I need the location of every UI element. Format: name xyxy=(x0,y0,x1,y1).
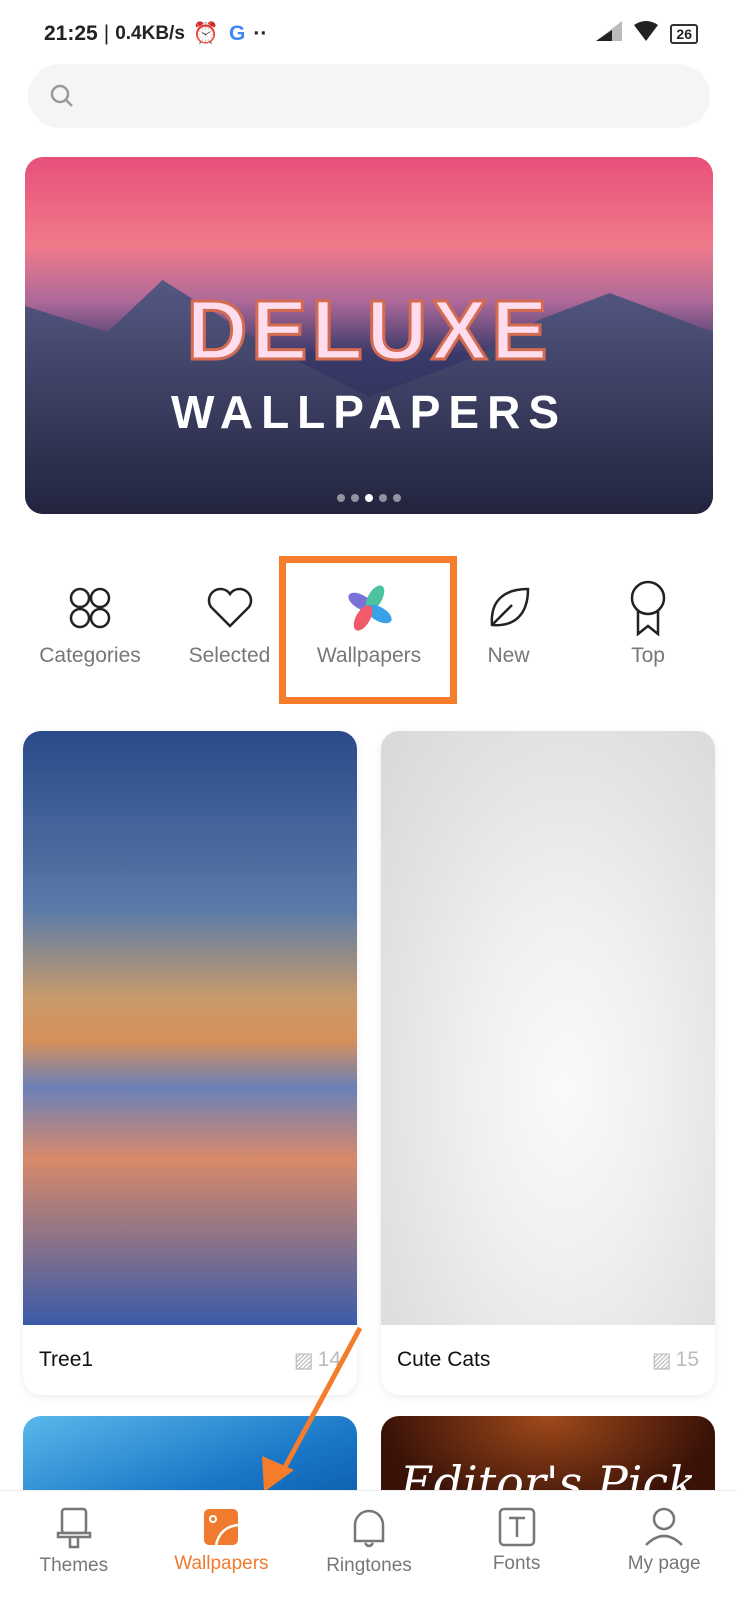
wallpaper-thumbnail xyxy=(23,731,357,1325)
wallpaper-icon xyxy=(204,1509,239,1546)
bottom-navigation: Themes Wallpapers Ringtones Fonts My pag… xyxy=(0,1490,738,1600)
banner-subtitle: WALLPAPERS xyxy=(170,386,568,438)
banner-title: DELUXE xyxy=(185,282,552,379)
category-new[interactable]: New xyxy=(444,580,574,668)
alarm-icon: ⏰ xyxy=(192,22,220,45)
search-icon xyxy=(50,84,73,107)
nav-fonts[interactable]: Fonts xyxy=(452,1507,582,1600)
four-petal-icon xyxy=(69,587,111,629)
highlight-box xyxy=(279,556,457,704)
wallpaper-thumbnail xyxy=(381,731,715,1325)
bell-icon xyxy=(353,1509,385,1548)
more-notifications-icon: ·· xyxy=(253,22,268,45)
award-ribbon-icon xyxy=(630,580,666,636)
status-bar: 21:25 | 0.4KB/s ⏰ G ·· 26 xyxy=(44,18,698,50)
nav-wallpapers[interactable]: Wallpapers xyxy=(156,1507,286,1600)
wifi-icon xyxy=(634,21,659,47)
paintbrush-icon xyxy=(56,1507,92,1549)
category-categories[interactable]: Categories xyxy=(25,580,155,668)
category-top[interactable]: Top xyxy=(583,580,713,668)
image-count: 15 xyxy=(675,1348,699,1371)
promo-banner[interactable]: DELUXE WALLPAPERS xyxy=(25,157,713,514)
user-icon xyxy=(645,1507,684,1546)
font-icon xyxy=(498,1507,535,1547)
nav-my-page[interactable]: My page xyxy=(599,1507,729,1600)
google-icon: G xyxy=(229,22,246,45)
leaf-icon xyxy=(490,587,529,627)
carousel-indicator xyxy=(337,494,401,502)
image-count-icon: ▨ xyxy=(651,1348,672,1372)
clock: 21:25 xyxy=(44,22,98,45)
network-speed: 0.4KB/s xyxy=(115,23,185,44)
card-title: Tree1 xyxy=(39,1348,94,1371)
signal-icon xyxy=(596,21,623,47)
nav-ringtones[interactable]: Ringtones xyxy=(304,1507,434,1600)
card-title: Cute Cats xyxy=(397,1348,491,1371)
search-bar[interactable] xyxy=(28,64,710,128)
nav-themes[interactable]: Themes xyxy=(9,1507,139,1600)
image-count-icon: ▨ xyxy=(293,1348,314,1372)
wallpaper-card-cute-cats[interactable]: Cute Cats ▨ 15 xyxy=(381,731,715,1395)
image-count: 14 xyxy=(317,1348,341,1371)
category-selected[interactable]: Selected xyxy=(165,580,295,668)
wallpaper-card-tree1[interactable]: Tree1 ▨ 14 xyxy=(23,731,357,1395)
battery-icon: 26 xyxy=(670,24,698,44)
heart-icon xyxy=(207,587,252,628)
